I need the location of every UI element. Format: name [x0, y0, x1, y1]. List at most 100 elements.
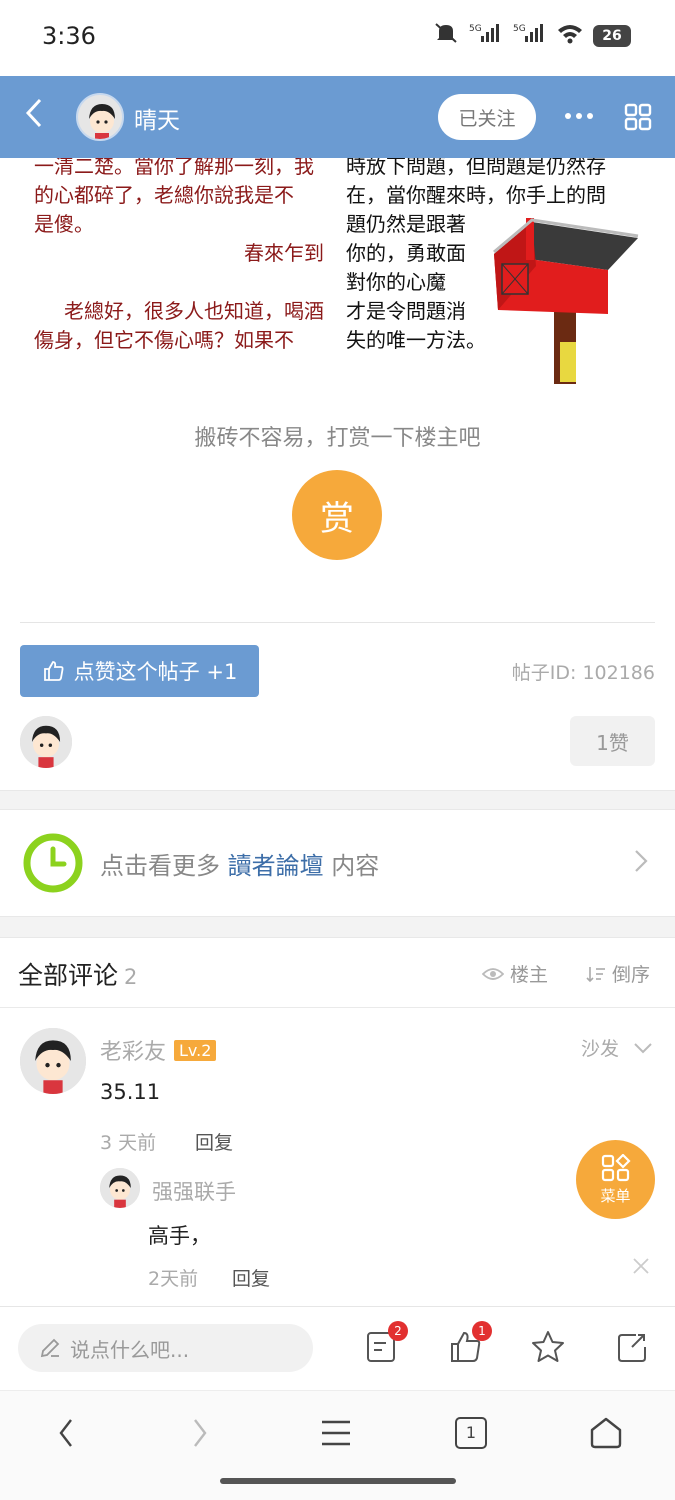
reward-tip: 搬砖不容易，打赏一下楼主吧	[194, 426, 481, 451]
signal-5g-icon-2: 5G	[513, 22, 547, 49]
more-dots-icon	[565, 113, 593, 119]
section-gap	[0, 790, 675, 810]
more-suffix: 内容	[331, 852, 380, 880]
favorite-button[interactable]	[528, 1327, 568, 1367]
author-avatar[interactable]	[76, 93, 124, 141]
comment-time: 3 天前	[100, 1132, 157, 1154]
image-text-line: 傷身，但它不傷心嗎？如果不	[34, 328, 294, 352]
eye-icon	[482, 967, 504, 980]
post-image: 一清二楚。當你了解那一刻，我 的心都碎了，老總你說我是不 是傻。 春來乍到 老總…	[28, 158, 648, 384]
filter-owner-label: 楼主	[510, 964, 549, 986]
sort-order-button[interactable]: 倒序	[586, 960, 650, 987]
commenter-name-row: 老彩友 Lv.2	[100, 1034, 217, 1066]
menu-fab-button[interactable]: 菜单	[576, 1140, 655, 1219]
nav-menu-button[interactable]	[306, 1413, 366, 1453]
divider	[20, 622, 655, 623]
comments-title: 全部评论 2	[18, 956, 137, 992]
comments-header: 全部评论 2 楼主 倒序	[0, 938, 675, 1008]
more-content-link[interactable]: 点击看更多 讀者論壇 内容	[0, 810, 675, 916]
signal-5g-icon: 5G	[469, 22, 503, 49]
section-gap	[0, 916, 675, 938]
mute-icon	[433, 22, 459, 49]
grid-icon	[624, 103, 652, 131]
post-image-left-column: 一清二楚。當你了解那一刻，我 的心都碎了，老總你說我是不 是傻。 春來乍到 老總…	[34, 158, 324, 355]
pencil-icon	[40, 1338, 60, 1358]
thumbs-up-icon	[43, 661, 64, 681]
image-text-line: 春來乍到	[244, 241, 324, 265]
chevron-right-icon	[194, 1419, 207, 1447]
chevron-down-icon[interactable]	[633, 1042, 653, 1054]
nav-tabs-button[interactable]: 1	[441, 1413, 501, 1453]
reply-content: 高手，	[148, 1224, 211, 1248]
close-icon[interactable]	[632, 1256, 650, 1281]
chevron-right-icon	[635, 850, 648, 872]
reply-avatar[interactable]	[100, 1168, 140, 1208]
like-badge: 1	[472, 1321, 492, 1341]
reply-name[interactable]: 强强联手	[152, 1176, 236, 1206]
commenter-name[interactable]: 老彩友	[100, 1034, 166, 1066]
commenter-avatar[interactable]	[20, 1028, 86, 1094]
comments-count: 2	[124, 965, 138, 989]
app-header: 晴天 已关注	[0, 76, 675, 158]
image-text-line: 在，當你醒來時，你手上的問	[346, 183, 606, 207]
bottom-action-bar: 说点什么吧... 2 1	[0, 1306, 675, 1390]
like-post-button[interactable]: 点赞这个帖子 +1	[20, 645, 259, 697]
more-options-button[interactable]	[562, 96, 596, 136]
status-bar: 3:36 5G 5G 26	[0, 0, 675, 76]
menu-fab-label: 菜单	[600, 1186, 631, 1205]
image-text-line: 是傻。	[34, 212, 94, 236]
level-badge: Lv.2	[174, 1039, 217, 1061]
follow-button[interactable]: 已关注	[438, 94, 536, 140]
floor-label: 沙发	[580, 1038, 619, 1060]
sort-icon	[586, 966, 605, 982]
nav-forward-button[interactable]	[170, 1413, 230, 1453]
reward-button[interactable]: 赏	[292, 470, 382, 560]
image-text-spacer	[34, 268, 324, 297]
like-count-button[interactable]: 1赞	[570, 716, 655, 766]
back-button[interactable]	[24, 96, 54, 136]
reply-time: 2天前	[148, 1268, 199, 1290]
comment-floor: 沙发	[581, 1034, 653, 1061]
svg-text:5G: 5G	[513, 24, 526, 34]
hamburger-icon	[322, 1420, 350, 1446]
author-name[interactable]: 晴天	[134, 101, 180, 135]
share-icon	[618, 1334, 646, 1362]
like-post-label: 点赞这个帖子 +1	[73, 660, 238, 684]
like-button[interactable]: 1	[446, 1321, 492, 1367]
wifi-icon	[557, 22, 583, 49]
menu-grid-icon	[601, 1153, 631, 1181]
comment-content: 35.11	[100, 1080, 161, 1104]
comment-reply-button[interactable]: 回复	[195, 1128, 233, 1155]
nav-back-button[interactable]	[36, 1413, 96, 1453]
more-prefix: 点击看更多	[100, 852, 220, 880]
post-id: 帖子ID: 102186	[511, 662, 655, 684]
nav-home-button[interactable]	[576, 1413, 636, 1453]
liker-avatar[interactable]	[20, 716, 72, 768]
tabs-count: 1	[455, 1417, 487, 1449]
comment-input[interactable]: 说点什么吧...	[18, 1324, 313, 1372]
comments-button[interactable]: 2	[362, 1321, 408, 1367]
home-icon	[590, 1417, 622, 1449]
reply-reply-button[interactable]: 回复	[232, 1264, 270, 1291]
battery-icon: 26	[593, 24, 631, 47]
image-text-line: 一清二楚。當你了解那一刻，我	[34, 158, 314, 178]
comment-input-placeholder: 说点什么吧...	[70, 1337, 190, 1362]
forum-link[interactable]: 讀者論壇	[228, 852, 324, 880]
image-text-line: 時放下問題，但問題是仍然存	[346, 158, 606, 178]
share-button[interactable]	[612, 1327, 652, 1367]
status-icons: 5G 5G 26	[433, 22, 631, 49]
grid-menu-button[interactable]	[624, 103, 652, 131]
image-text-line: 的心都碎了，老總你說我是不	[34, 183, 294, 207]
chevron-left-icon	[59, 1419, 72, 1447]
comments-badge: 2	[388, 1321, 408, 1341]
mailbox-illustration	[493, 218, 639, 384]
svg-text:5G: 5G	[469, 24, 482, 34]
chevron-left-icon	[25, 98, 42, 128]
sort-order-label: 倒序	[612, 964, 651, 986]
status-time: 3:36	[42, 22, 96, 50]
star-icon	[532, 1331, 564, 1362]
filter-owner-button[interactable]: 楼主	[482, 960, 548, 987]
home-indicator	[220, 1478, 456, 1484]
image-text-line: 老總好，很多人也知道，喝酒	[64, 299, 324, 323]
more-content-text: 点击看更多 讀者論壇 内容	[100, 846, 379, 881]
